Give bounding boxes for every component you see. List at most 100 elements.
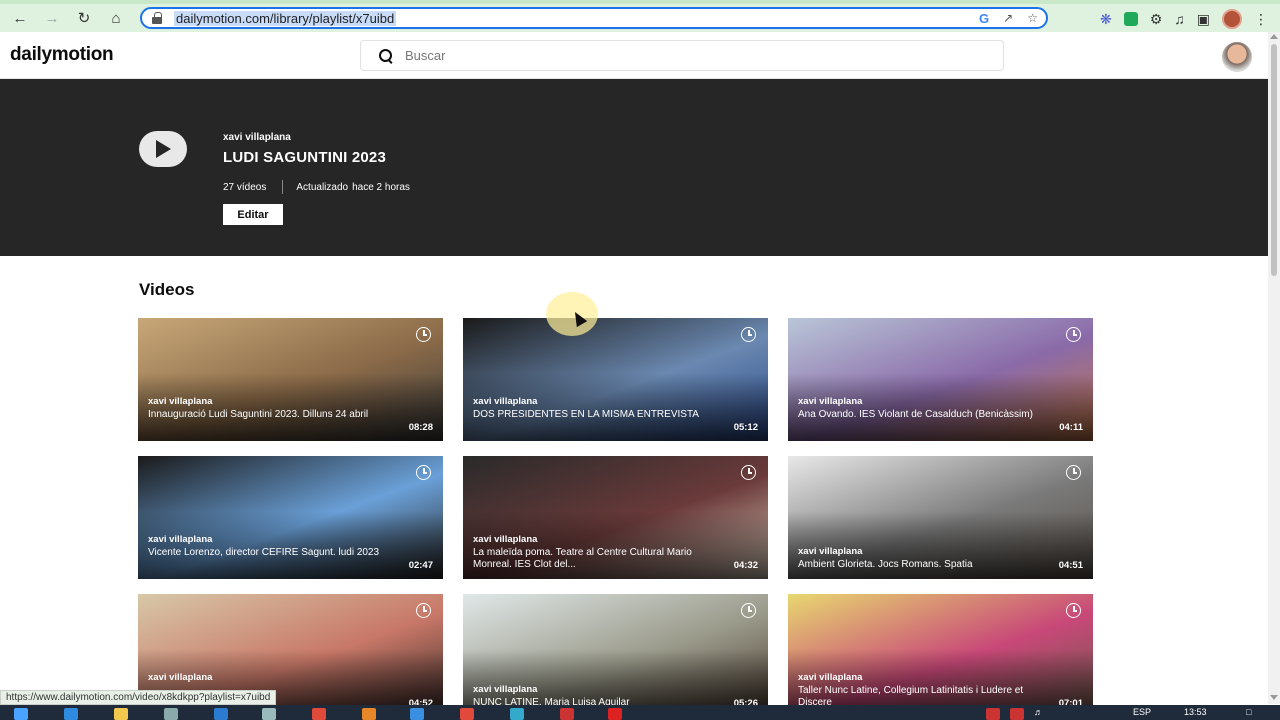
app-icon[interactable]: [560, 708, 574, 720]
watch-later-clock-icon[interactable]: [1066, 465, 1081, 480]
video-title[interactable]: Vicente Lorenzo, director CEFIRE Sagunt.…: [148, 547, 388, 559]
forward-arrow-icon[interactable]: →: [40, 6, 64, 30]
reload-icon[interactable]: ↻: [72, 6, 96, 30]
video-card[interactable]: xavi villaplana Ambient Glorieta. Jocs R…: [788, 456, 1093, 579]
app-icon[interactable]: [362, 708, 376, 720]
video-owner[interactable]: xavi villaplana: [473, 684, 537, 695]
app-icon[interactable]: [410, 708, 424, 720]
watch-later-clock-icon[interactable]: [741, 327, 756, 342]
video-duration: 02:47: [408, 560, 433, 571]
bookmark-star-icon[interactable]: ☆: [1027, 11, 1038, 25]
tray-icon[interactable]: [1010, 708, 1024, 720]
photos-icon[interactable]: [262, 708, 276, 720]
video-title[interactable]: DOS PRESIDENTES EN LA MISMA ENTREVISTA: [473, 409, 713, 421]
edge-icon[interactable]: [64, 708, 78, 720]
video-owner[interactable]: xavi villaplana: [148, 672, 212, 683]
play-playlist-icon[interactable]: [139, 131, 187, 167]
video-owner[interactable]: xavi villaplana: [148, 534, 212, 545]
playlist-hero: xavi villaplana LUDI SAGUNTINI 2023 27 v…: [0, 79, 1268, 256]
scroll-down-arrow-icon[interactable]: [1270, 695, 1278, 700]
thumbnail-gradient: [463, 318, 768, 441]
video-title[interactable]: Innauguració Ludi Saguntini 2023. Dillun…: [148, 409, 388, 421]
watch-later-clock-icon[interactable]: [1066, 603, 1081, 618]
home-icon[interactable]: ⌂: [104, 6, 128, 30]
scroll-up-arrow-icon[interactable]: [1270, 34, 1278, 39]
google-lens-icon[interactable]: G: [979, 11, 989, 26]
video-owner[interactable]: xavi villaplana: [798, 396, 862, 407]
watch-later-clock-icon[interactable]: [416, 465, 431, 480]
playlist-meta: 27 vídeos Actualizado hace 2 horas: [223, 180, 410, 194]
extension-gear-icon[interactable]: ❋: [1100, 11, 1112, 28]
video-duration: 04:32: [733, 560, 758, 571]
media-control-icon[interactable]: ♫: [1174, 11, 1185, 27]
terminal-icon[interactable]: [510, 708, 524, 720]
back-arrow-icon[interactable]: ←: [8, 6, 32, 30]
video-owner[interactable]: xavi villaplana: [148, 396, 212, 407]
playlist-video-count: 27 vídeos: [223, 181, 267, 193]
playlist-title: LUDI SAGUNTINI 2023: [223, 149, 386, 166]
url-text[interactable]: dailymotion.com/library/playlist/x7uibd: [174, 10, 397, 26]
video-owner[interactable]: xavi villaplana: [473, 396, 537, 407]
meta-divider: [282, 180, 284, 194]
playlist-updated-label: Actualizado: [296, 181, 349, 193]
search-input[interactable]: [405, 48, 965, 63]
video-owner[interactable]: xavi villaplana: [473, 534, 537, 545]
watch-later-clock-icon[interactable]: [1066, 327, 1081, 342]
video-card[interactable]: xavi villaplana Vicente Lorenzo, directo…: [138, 456, 443, 579]
mail-icon[interactable]: [214, 708, 228, 720]
video-duration: 04:51: [1058, 560, 1083, 571]
notifications-icon[interactable]: □: [1246, 707, 1251, 717]
video-title[interactable]: La maleïda poma. Teatre al Centre Cultur…: [473, 547, 713, 571]
video-card[interactable]: xavi villaplana Innauguració Ludi Sagunt…: [138, 318, 443, 441]
chrome-icon[interactable]: [460, 708, 474, 720]
windows-start-icon[interactable]: [14, 708, 28, 720]
store-icon[interactable]: [164, 708, 178, 720]
extension-green-icon[interactable]: [1123, 12, 1138, 26]
video-title[interactable]: Ana Ovando. IES Violant de Casalduch (Be…: [798, 409, 1038, 421]
extensions-puzzle-icon[interactable]: ⚙: [1150, 11, 1163, 28]
thumbnail-gradient: [138, 456, 443, 579]
video-card[interactable]: xavi villaplana Taller Nunc Latine, Coll…: [788, 594, 1093, 708]
tray-icon[interactable]: [986, 708, 1000, 720]
address-bar-actions: G ↗ ☆: [979, 9, 1038, 27]
browser-profile-avatar[interactable]: [1222, 9, 1242, 29]
dailymotion-logo[interactable]: dailymotion: [10, 44, 114, 66]
user-avatar[interactable]: [1222, 42, 1252, 72]
video-duration: 08:28: [408, 422, 433, 433]
search-icon: [379, 48, 393, 63]
address-bar[interactable]: dailymotion.com/library/playlist/x7uibd …: [140, 7, 1048, 29]
site-header: dailymotion: [0, 32, 1268, 79]
videos-section-title: Videos: [139, 280, 195, 299]
input-language[interactable]: ESP: [1133, 707, 1151, 717]
video-card[interactable]: xavi villaplana Ana Ovando. IES Violant …: [788, 318, 1093, 441]
video-owner[interactable]: xavi villaplana: [798, 672, 862, 683]
watch-later-clock-icon[interactable]: [741, 603, 756, 618]
scroll-thumb[interactable]: [1271, 44, 1277, 276]
watch-later-clock-icon[interactable]: [416, 327, 431, 342]
side-panel-icon[interactable]: ▣: [1197, 11, 1210, 28]
edit-playlist-button[interactable]: Editar: [223, 204, 283, 225]
browser-menu-icon[interactable]: ⋮: [1254, 11, 1268, 28]
screen-recorder-icon[interactable]: [608, 708, 622, 720]
system-clock[interactable]: 13:53: [1184, 707, 1207, 717]
share-icon[interactable]: ↗: [1003, 11, 1013, 25]
playlist-owner[interactable]: xavi villaplana: [223, 132, 291, 143]
volume-icon[interactable]: ♬: [1034, 707, 1043, 717]
file-explorer-icon[interactable]: [114, 708, 128, 720]
browser-toolbar: ← → ↻ ⌂ dailymotion.com/library/playlist…: [0, 4, 1280, 32]
lock-icon[interactable]: [152, 12, 162, 24]
thumbnail-gradient: [788, 318, 1093, 441]
video-title[interactable]: Ambient Glorieta. Jocs Romans. Spatia: [798, 559, 1038, 571]
thumbnail-gradient: [138, 318, 443, 441]
video-card[interactable]: xavi villaplana La maleïda poma. Teatre …: [463, 456, 768, 579]
video-card[interactable]: xavi villaplana NUNC LATINE. Maria Luisa…: [463, 594, 768, 708]
watch-later-clock-icon[interactable]: [416, 603, 431, 618]
page-scrollbar[interactable]: [1268, 32, 1280, 704]
video-grid: xavi villaplana Innauguració Ludi Sagunt…: [138, 318, 1094, 708]
watch-later-clock-icon[interactable]: [741, 465, 756, 480]
video-owner[interactable]: xavi villaplana: [798, 546, 862, 557]
playlist-updated-time: hace 2 horas: [352, 181, 410, 193]
chrome-icon[interactable]: [312, 708, 326, 720]
search-box[interactable]: [360, 40, 1004, 71]
video-card[interactable]: xavi villaplana DOS PRESIDENTES EN LA MI…: [463, 318, 768, 441]
